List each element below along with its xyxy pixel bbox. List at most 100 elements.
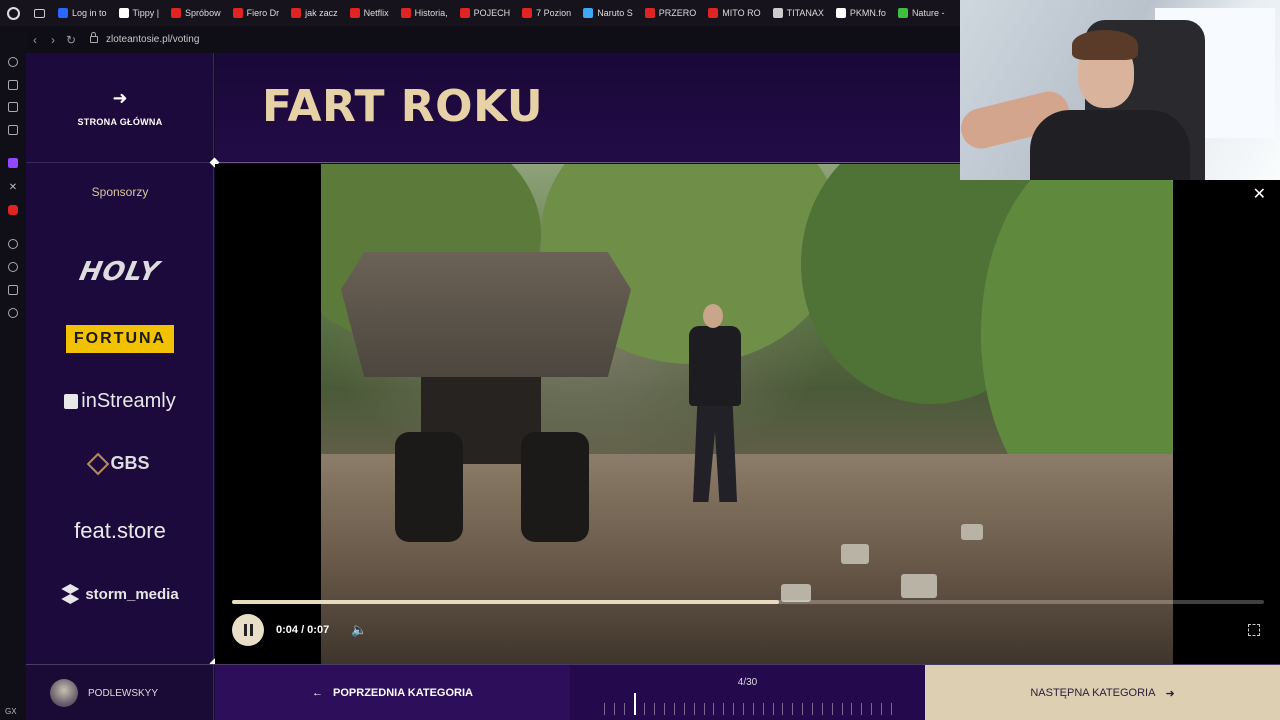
category-tick[interactable] bbox=[861, 703, 863, 715]
bookmark-favicon-icon bbox=[583, 8, 594, 18]
arrow-right-icon: ➜ bbox=[1165, 687, 1175, 700]
x-icon[interactable]: ✕ bbox=[7, 181, 19, 193]
bookmark-label: MITO RO bbox=[722, 8, 761, 18]
category-tick[interactable] bbox=[762, 703, 764, 715]
sponsor-holy[interactable]: HOLY bbox=[26, 257, 214, 287]
wallet-icon[interactable] bbox=[7, 124, 19, 136]
bookmark-item[interactable]: Nature - bbox=[892, 0, 951, 26]
category-tick[interactable] bbox=[782, 703, 784, 715]
category-tick[interactable] bbox=[812, 703, 814, 715]
category-tick[interactable] bbox=[664, 703, 666, 715]
bookmark-item[interactable]: Log in to bbox=[52, 0, 113, 26]
time-display: 0:04 / 0:07 bbox=[276, 624, 330, 636]
category-tick[interactable] bbox=[713, 703, 715, 715]
category-tick[interactable] bbox=[772, 703, 774, 715]
shopping-icon[interactable] bbox=[7, 79, 19, 91]
bookmark-item[interactable]: Naruto S bbox=[577, 0, 639, 26]
bookmark-item[interactable]: Netflix bbox=[344, 0, 395, 26]
category-tick[interactable] bbox=[613, 703, 615, 715]
volume-icon[interactable]: 🔈 bbox=[351, 622, 367, 638]
category-tick[interactable] bbox=[752, 703, 754, 715]
sponsor-gbs[interactable]: GBS bbox=[26, 452, 214, 475]
sponsor-instreamly[interactable]: inStreamly bbox=[26, 390, 214, 413]
category-tick[interactable] bbox=[821, 703, 823, 715]
category-tick[interactable] bbox=[604, 703, 605, 715]
category-tick[interactable] bbox=[871, 703, 873, 715]
category-tick[interactable] bbox=[890, 703, 892, 715]
bookmark-item[interactable]: jak zacz bbox=[285, 0, 344, 26]
category-tick[interactable] bbox=[841, 703, 843, 715]
bookmark-favicon-icon bbox=[349, 8, 360, 18]
bookmark-item[interactable]: TITANAX bbox=[767, 0, 830, 26]
bookmark-item[interactable]: MITO RO bbox=[702, 0, 766, 26]
opera-gx-logo-icon[interactable] bbox=[0, 0, 26, 26]
sponsor-storm-media[interactable]: storm_media bbox=[26, 584, 214, 604]
bookmark-label: Log in to bbox=[72, 8, 107, 18]
category-tick[interactable] bbox=[654, 703, 656, 715]
webcam-hair bbox=[1072, 30, 1138, 60]
bookmark-list: Log in to Tippy | Spróbow Fiero Dr jak zacz N… bbox=[52, 0, 950, 26]
category-ticks[interactable] bbox=[604, 693, 892, 715]
bookmark-label: 7 Pozion bbox=[536, 8, 572, 18]
reload-button[interactable]: ↻ bbox=[62, 33, 80, 47]
twitch-icon[interactable] bbox=[7, 157, 19, 169]
pause-button[interactable] bbox=[232, 614, 264, 646]
youtube-icon[interactable] bbox=[7, 204, 19, 216]
bookmark-item[interactable]: PRZERO bbox=[639, 0, 703, 26]
bookmark-favicon-icon bbox=[291, 8, 302, 18]
extensions-icon[interactable] bbox=[7, 284, 19, 296]
category-tick[interactable] bbox=[792, 703, 794, 715]
bookmark-label: Netflix bbox=[363, 8, 389, 18]
history-icon[interactable] bbox=[7, 56, 19, 68]
player-icon[interactable] bbox=[7, 238, 19, 250]
sponsor-feat-store[interactable]: feat.store bbox=[26, 518, 214, 544]
bookmark-item[interactable]: Spróbow bbox=[165, 0, 227, 26]
category-tick[interactable] bbox=[693, 703, 695, 715]
sponsors-title: Sponsorzy bbox=[91, 185, 149, 199]
category-tick[interactable] bbox=[623, 703, 625, 715]
browser-sidebar: ✕ GX ··· bbox=[0, 26, 26, 720]
category-tick[interactable] bbox=[743, 703, 745, 715]
bookmark-item[interactable]: Tippy | bbox=[113, 0, 166, 26]
close-icon[interactable]: ✕ bbox=[1253, 184, 1266, 204]
bookmark-item[interactable]: Fiero Dr bbox=[227, 0, 286, 26]
category-tick[interactable] bbox=[633, 693, 636, 715]
forward-button[interactable]: › bbox=[44, 33, 62, 47]
webcam-shirt bbox=[1030, 110, 1190, 180]
player-controls: 0:04 / 0:07 🔈 bbox=[232, 613, 367, 647]
bookmark-item[interactable]: POJECH bbox=[454, 0, 517, 26]
category-tick[interactable] bbox=[703, 703, 705, 715]
settings-icon[interactable] bbox=[7, 307, 19, 319]
category-tick[interactable] bbox=[733, 703, 735, 715]
tabs-icon[interactable] bbox=[26, 0, 52, 26]
previous-category-button[interactable]: ← POPRZEDNIA KATEGORIA bbox=[215, 665, 570, 720]
category-tick[interactable] bbox=[802, 703, 804, 715]
sponsor-fortuna[interactable]: FORTUNA bbox=[26, 325, 214, 353]
next-category-button[interactable]: NASTĘPNA KATEGORIA ➜ bbox=[925, 665, 1280, 720]
url-field[interactable]: zloteantosie.pl/voting bbox=[106, 34, 199, 45]
category-tick[interactable] bbox=[683, 703, 685, 715]
category-tick[interactable] bbox=[674, 703, 676, 715]
progress-bar[interactable] bbox=[232, 600, 1264, 604]
news-icon[interactable] bbox=[7, 101, 19, 113]
bookmark-favicon-icon bbox=[58, 8, 68, 18]
gx-label[interactable]: GX bbox=[5, 707, 17, 716]
category-title: FART ROKU bbox=[262, 81, 544, 132]
user-profile[interactable]: PODLEWSKYY bbox=[26, 665, 214, 720]
category-tick[interactable] bbox=[831, 703, 833, 715]
screen: Log in to Tippy | Spróbow Fiero Dr jak zacz N… bbox=[0, 0, 1280, 720]
bookmark-item[interactable]: 7 Pozion bbox=[516, 0, 577, 26]
bookmark-item[interactable]: Historia, bbox=[395, 0, 454, 26]
category-tick[interactable] bbox=[851, 703, 853, 715]
category-tick[interactable] bbox=[723, 703, 725, 715]
home-link[interactable]: ➜ STRONA GŁÓWNA bbox=[26, 53, 214, 163]
category-tick[interactable] bbox=[881, 703, 883, 715]
video-frame[interactable] bbox=[321, 164, 1173, 664]
video-player[interactable]: ✕ 0:04 / 0:07 🔈 bbox=[215, 164, 1280, 664]
category-tick[interactable] bbox=[644, 703, 646, 715]
clock-icon[interactable] bbox=[7, 261, 19, 273]
bookmark-item[interactable]: PKMN.fo bbox=[830, 0, 892, 26]
fullscreen-icon[interactable] bbox=[1248, 624, 1260, 636]
username: PODLEWSKYY bbox=[88, 687, 159, 699]
back-button[interactable]: ‹ bbox=[26, 33, 44, 47]
